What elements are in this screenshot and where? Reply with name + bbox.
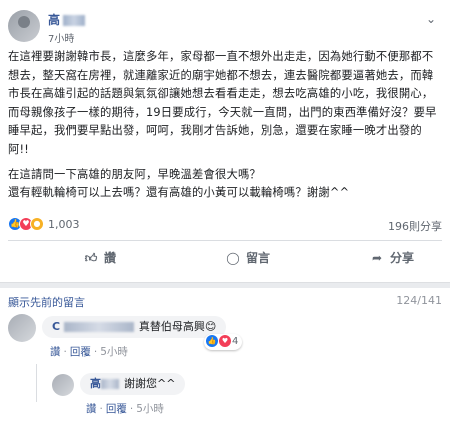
share-button-label: 分享	[390, 251, 415, 265]
reactions-summary[interactable]: 👍 ♥ ● 1,003 196則分享	[8, 215, 442, 235]
love-icon: ♥	[219, 335, 231, 347]
comment-bubble: C 真替伯母高興😊	[42, 316, 227, 338]
comment-count: 124/141	[396, 294, 442, 307]
reply-reply-link[interactable]: 回覆	[106, 403, 127, 415]
comment-reply-link[interactable]: 回覆	[70, 346, 91, 358]
commenter-name[interactable]: C	[52, 320, 134, 333]
post-paragraph-1: 在這裡要謝謝韓市長，這麼多年，家母都一直不想外出走走，因為她行動不便那都不想去，…	[8, 50, 437, 156]
chevron-down-icon[interactable]: ⌄	[426, 12, 436, 26]
reply-timestamp[interactable]: 5小時	[136, 403, 164, 415]
commenter-name-text[interactable]: C	[52, 320, 60, 333]
thumbs-up-icon: 👍︎	[84, 251, 98, 265]
reply-like-link[interactable]: 讚	[86, 403, 97, 415]
reply-author-redaction	[101, 379, 119, 389]
comment-icon: ◯	[226, 251, 240, 265]
author-name-redaction	[63, 15, 86, 26]
author-name-text[interactable]: 高	[48, 13, 60, 27]
share-icon: ➦	[371, 251, 383, 265]
reaction-count[interactable]: 1,003	[48, 218, 80, 231]
share-count[interactable]: 196則分享	[388, 218, 442, 234]
comment-meta: 讚 · 回覆 · 5小時	[50, 346, 128, 358]
post-body: 在這裡要謝謝韓市長，這麼多年，家母都一直不想外出走走，因為她行動不便那都不想去，…	[8, 48, 440, 209]
post-card: 高 7小時 ⌄ 在這裡要謝謝韓市長，這麼多年，家母都一直不想外出走走，因為她行動…	[0, 0, 450, 283]
facebook-post-page: 高 7小時 ⌄ 在這裡要謝謝韓市長，這麼多年，家母都一直不想外出走走，因為她行動…	[0, 0, 450, 427]
comment-like-link[interactable]: 讚	[50, 346, 61, 358]
reply-meta: 讚 · 回覆 · 5小時	[86, 403, 164, 415]
comment-timestamp[interactable]: 5小時	[100, 346, 128, 358]
like-icon: 👍	[206, 335, 218, 347]
author-avatar[interactable]	[8, 10, 40, 42]
author-name[interactable]: 高	[48, 11, 86, 28]
show-previous-comments-link[interactable]: 顯示先前的留言	[8, 294, 85, 310]
reply-thread-line	[36, 364, 37, 402]
reply-bubble: 高 謝謝您^^	[80, 373, 186, 395]
comment-button-label: 留言	[246, 251, 271, 265]
comments-section: 顯示先前的留言 124/141 C 真替伯母高興😊 👍 ♥ 4 讚 · 回覆 · 5小時 高…	[0, 288, 450, 427]
post-paragraph-2: 在這請問一下高雄的朋友阿，早晚溫差會很大嗎？ 還有輕軌輪椅可以上去嗎？還有高雄的…	[8, 167, 350, 200]
comment-reaction-count: 4	[232, 336, 239, 347]
like-button-label: 讚	[104, 251, 117, 265]
reply-author-name[interactable]: 高	[90, 377, 119, 390]
reply-text: 謝謝您^^	[124, 377, 176, 390]
post-timestamp[interactable]: 7小時	[48, 30, 74, 45]
reply-author-name-text[interactable]: 高	[90, 377, 101, 390]
commenter-avatar[interactable]	[8, 314, 36, 342]
commenter-name-redaction	[63, 322, 134, 332]
comment-button[interactable]: ◯ 留言	[226, 249, 270, 269]
like-button[interactable]: 👍︎ 讚	[84, 249, 116, 269]
comment-text: 真替伯母高興😊	[138, 320, 217, 333]
share-button[interactable]: ➦ 分享	[370, 249, 414, 269]
reply-avatar[interactable]	[52, 374, 74, 396]
post-header: 高 7小時 ⌄	[8, 8, 438, 46]
previous-comments-row: 顯示先前的留言 124/141	[8, 294, 442, 310]
comment-reactions[interactable]: 👍 ♥ 4	[204, 334, 243, 350]
post-actions: 👍︎ 讚 ◯ 留言 ➦ 分享	[8, 240, 442, 274]
wow-icon: ●	[30, 217, 44, 231]
